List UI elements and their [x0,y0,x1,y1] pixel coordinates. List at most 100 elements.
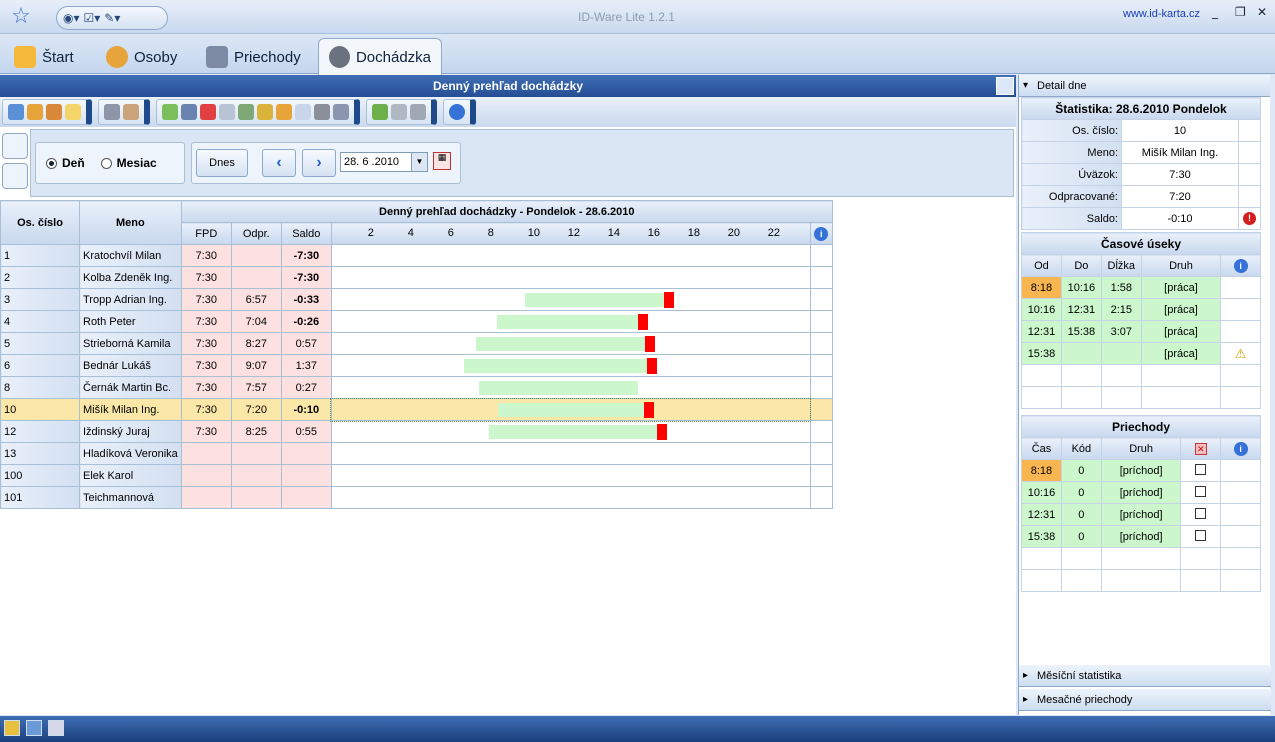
info-icon-cell[interactable]: i [1220,437,1261,460]
group-icon[interactable] [46,104,62,120]
help-icon[interactable]: ◉▾ [63,11,80,25]
pass-checkbox[interactable] [1195,485,1207,497]
next-day-button[interactable]: › [302,149,336,177]
table-row[interactable]: 101 Teichmannová [0,486,833,509]
info-icon-cell[interactable]: i [1220,254,1261,277]
calendar-icon[interactable]: ▦ [433,152,451,170]
flag-icon[interactable] [48,720,64,736]
dropdown-icon[interactable]: ▼ [411,153,427,171]
mode-month-radio[interactable]: Mesiac [100,156,157,170]
chart-icon[interactable] [238,104,254,120]
col-header-kod[interactable]: Kód [1060,437,1102,460]
pass-row[interactable]: 8:18 0 [príchod] [1021,459,1261,482]
table-row[interactable]: 5 Strieborná Kamila 7:30 8:27 0:57 [0,332,833,355]
tab-osoby[interactable]: Osoby [96,40,187,74]
pass-row[interactable]: 15:38 0 [príchod] [1021,525,1261,548]
home-icon[interactable] [4,720,20,736]
col-header-dlzka[interactable]: Dĺžka [1100,254,1142,277]
col-header-od[interactable]: Od [1021,254,1062,277]
delete-icon[interactable] [200,104,216,120]
table-row[interactable]: 8 Černák Martin Bc. 7:30 7:57 0:27 [0,376,833,399]
pass-row[interactable]: 12:31 0 [príchod] [1021,503,1261,526]
help-icon[interactable] [449,104,465,120]
save-icon[interactable] [181,104,197,120]
hour-tick-label: 2 [367,227,374,239]
col-header-druh[interactable]: Druh [1100,437,1182,460]
network-icon[interactable] [26,720,42,736]
col-header-cas[interactable]: Čas [1021,437,1062,460]
checklist-icon[interactable] [295,104,311,120]
col-header-saldo[interactable]: Saldo [280,222,332,245]
info-icon-cell[interactable]: i [809,222,833,245]
empty-cell [809,354,833,377]
person-add-icon[interactable] [27,104,43,120]
pass-checkbox[interactable] [1195,507,1207,519]
person-view-icon[interactable] [2,133,28,159]
monthly-passes-header[interactable]: Mesačné priechody [1019,689,1271,711]
pass-code: 0 [1060,481,1102,504]
filter-icon[interactable] [104,104,120,120]
print-icon[interactable] [410,104,426,120]
segment-row[interactable]: 8:18 10:16 1:58 [práca] [1021,276,1261,299]
door-icon[interactable] [257,104,273,120]
segment-row[interactable]: 15:38 [práca] ⚠ [1021,342,1261,365]
empty-cell [1238,141,1261,164]
checklist-icon[interactable]: ☑▾ [84,11,101,25]
website-link[interactable]: www.id-karta.cz [1123,8,1200,20]
delete-column-icon[interactable]: ✕ [1180,437,1222,460]
prev-day-button[interactable]: ‹ [262,149,296,177]
table-row[interactable]: 13 Hladíková Veronika [0,442,833,465]
tab-start[interactable]: Štart [4,40,84,74]
col-header-fpd[interactable]: FPD [180,222,232,245]
star-icon [14,46,36,68]
tools-icon[interactable]: ✎▾ [104,11,120,25]
pass-checkbox-cell[interactable] [1180,525,1222,548]
table-row[interactable]: 1 Kratochvíl Milan 7:30 -7:30 [0,244,833,267]
preview-icon[interactable] [219,104,235,120]
mode-day-radio[interactable]: Deň [46,156,85,170]
attendance-bar [524,293,664,307]
date-input[interactable]: 28. 6 .2010 ▼ [340,152,428,172]
pass-row[interactable]: 10:16 0 [príchod] [1021,481,1261,504]
refresh-icon[interactable] [8,104,24,120]
group-view-icon[interactable] [2,163,28,189]
today-button[interactable]: Dnes [196,149,248,177]
restore-button[interactable]: ❐ [1235,5,1246,19]
status-bar [0,716,1275,742]
table-row[interactable]: 10 Mišík Milan Ing. 7:30 7:20 -0:10 [0,397,833,422]
col-header-name[interactable]: Meno [79,200,182,245]
app-star-icon[interactable]: ☆ [6,4,36,30]
print-preview-icon[interactable] [391,104,407,120]
table-row[interactable]: 6 Bednár Lukáš 7:30 9:07 1:37 [0,354,833,377]
segment-row[interactable]: 10:16 12:31 2:15 [práca] [1021,298,1261,321]
door-exit-icon[interactable] [333,104,349,120]
tab-dochadzka[interactable]: Dochádzka [318,38,442,75]
col-header-druh[interactable]: Druh [1140,254,1222,277]
monthly-stats-header[interactable]: Měsíční statistika [1019,665,1271,687]
table-row[interactable]: 3 Tropp Adrian Ing. 7:30 6:57 -0:33 [0,288,833,311]
table-row[interactable]: 4 Roth Peter 7:30 7:04 -0:26 [0,310,833,333]
close-button[interactable]: ✕ [1257,5,1267,19]
person-icon[interactable] [276,104,292,120]
export-icon[interactable] [372,104,388,120]
gear-icon[interactable] [314,104,330,120]
pass-checkbox[interactable] [1195,463,1207,475]
note-icon[interactable] [65,104,81,120]
col-header-do[interactable]: Do [1060,254,1102,277]
layout-toggle-icon[interactable] [996,77,1014,95]
col-header-id[interactable]: Os. číslo [0,200,80,245]
table-row[interactable]: 12 Iždinský Juraj 7:30 8:25 0:55 [0,420,833,443]
minimize-button[interactable]: _ [1212,5,1218,19]
detail-day-header[interactable]: Detail dne [1019,75,1270,97]
pass-checkbox-cell[interactable] [1180,503,1222,526]
pass-checkbox-cell[interactable] [1180,459,1222,482]
pass-checkbox[interactable] [1195,529,1207,541]
table-row[interactable]: 100 Elek Karol [0,464,833,487]
segment-row[interactable]: 12:31 15:38 3:07 [práca] [1021,320,1261,343]
pass-checkbox-cell[interactable] [1180,481,1222,504]
edit-icon[interactable] [162,104,178,120]
col-header-odpr[interactable]: Odpr. [230,222,282,245]
tab-priechody[interactable]: Priechody [196,40,311,74]
filter-clear-icon[interactable] [123,104,139,120]
table-row[interactable]: 2 Kolba Zdeněk Ing. 7:30 -7:30 [0,266,833,289]
